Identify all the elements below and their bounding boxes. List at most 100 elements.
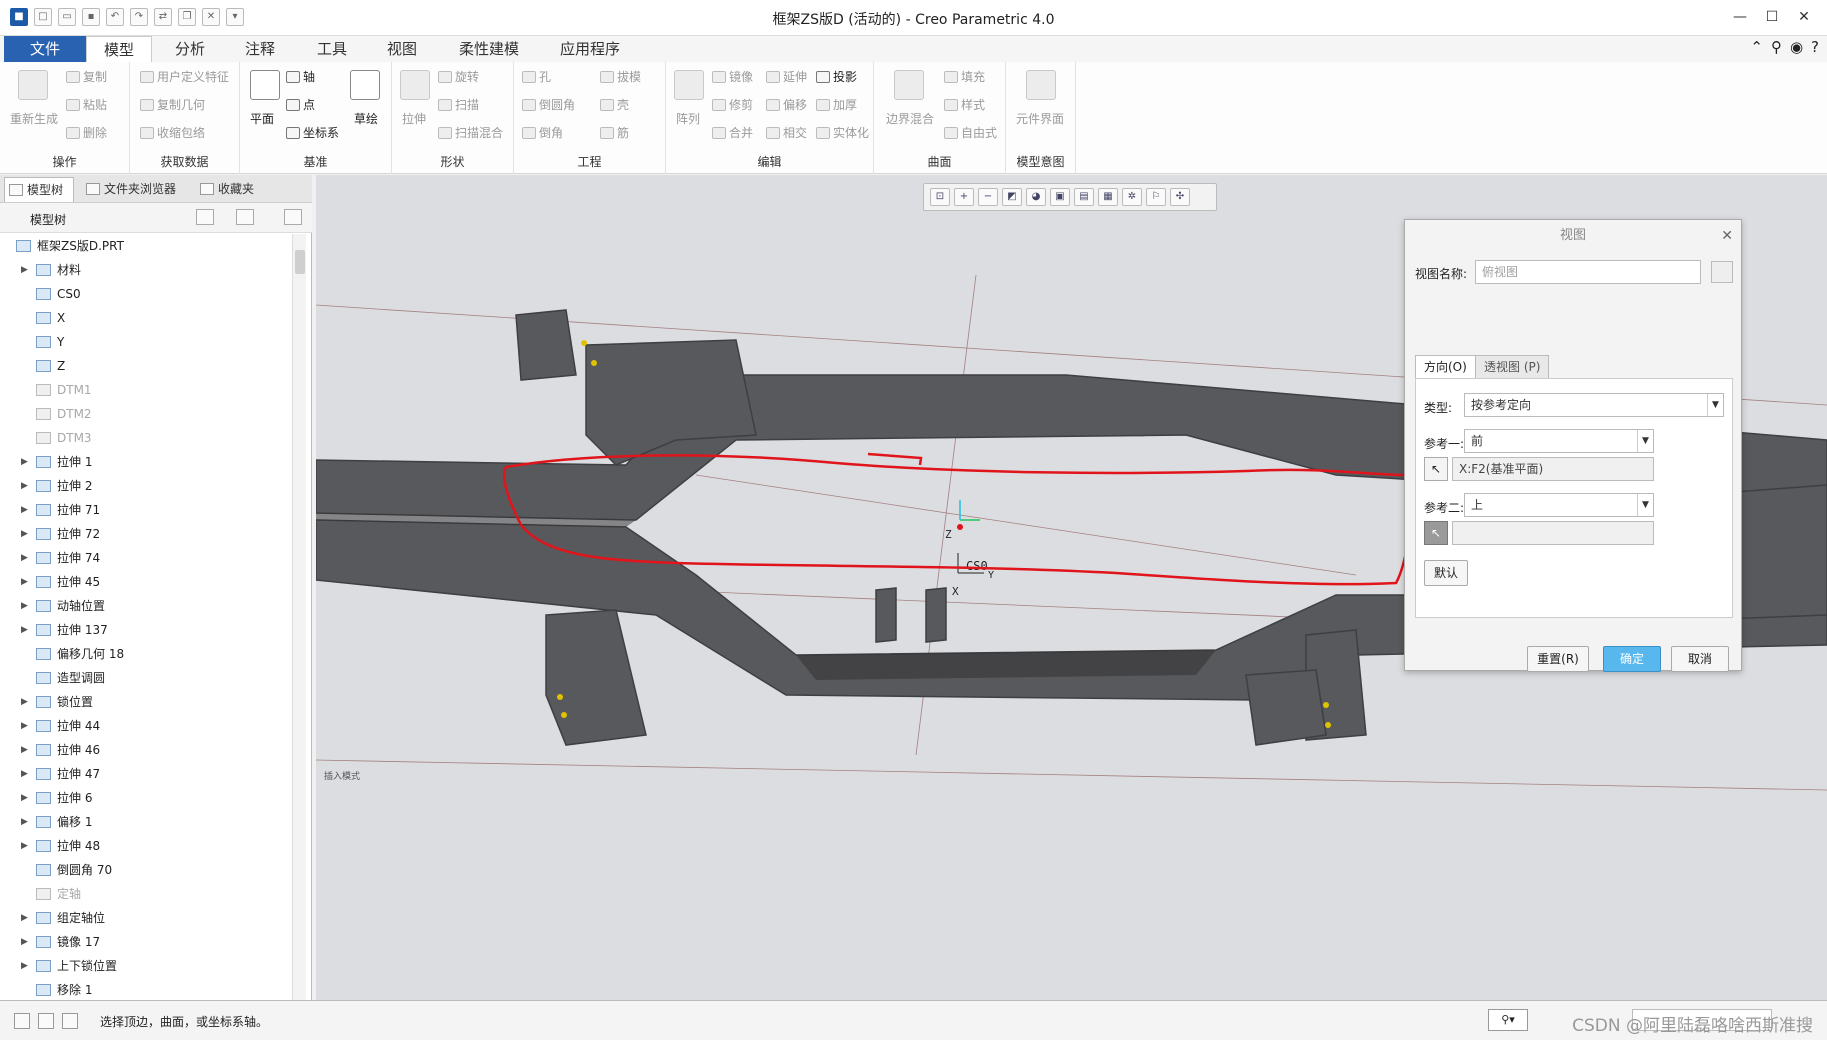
expand-arrow-icon[interactable]: ▶: [21, 546, 28, 570]
tree-item[interactable]: 偏移几何 18: [0, 642, 292, 666]
dialog-close-icon[interactable]: ✕: [1721, 228, 1733, 244]
account-icon[interactable]: ◉: [1790, 38, 1803, 56]
expand-arrow-icon[interactable]: ▶: [21, 714, 28, 738]
tree-filter-icon[interactable]: [284, 209, 302, 225]
tree-item[interactable]: Z: [0, 354, 292, 378]
repaint-icon[interactable]: ◩: [1002, 188, 1022, 206]
display-style-icon[interactable]: ◕: [1026, 188, 1046, 206]
search-icon[interactable]: ⚲: [1771, 38, 1782, 56]
group-label-editing[interactable]: 编辑: [666, 153, 873, 170]
axis-button[interactable]: 轴: [286, 68, 315, 85]
pattern-button[interactable]: 阵列: [676, 110, 700, 127]
merge-button[interactable]: 合并: [712, 124, 753, 141]
tab-favorites[interactable]: 收藏夹: [196, 177, 266, 202]
tab-annotate[interactable]: 注释: [230, 36, 290, 62]
shell-button[interactable]: 壳: [600, 96, 629, 113]
extrude-icon[interactable]: [400, 70, 430, 100]
tree-item[interactable]: ▶ 拉伸 2: [0, 474, 292, 498]
scrollbar-thumb[interactable]: [295, 250, 305, 274]
tab-file[interactable]: 文件: [4, 36, 86, 62]
project-button[interactable]: 投影: [816, 68, 857, 85]
tree-item[interactable]: 倒圆角 70: [0, 858, 292, 882]
tab-tools[interactable]: 工具: [302, 36, 362, 62]
offset-button[interactable]: 偏移: [766, 96, 807, 113]
tree-item[interactable]: 移除 1: [0, 978, 292, 1000]
tree-item[interactable]: ▶ 拉伸 74: [0, 546, 292, 570]
close-icon[interactable]: ✕: [1791, 6, 1817, 28]
tree-item[interactable]: ▶ 拉伸 71: [0, 498, 292, 522]
tab-view[interactable]: 视图: [372, 36, 432, 62]
regenerate-button[interactable]: 重新生成: [10, 110, 58, 127]
expand-arrow-icon[interactable]: ▶: [21, 594, 28, 618]
tree-item[interactable]: ▶ 偏移 1: [0, 810, 292, 834]
tree-item[interactable]: ▶ 拉伸 46: [0, 738, 292, 762]
swept-blend-button[interactable]: 扫描混合: [438, 124, 503, 141]
tab-model[interactable]: 模型: [86, 36, 152, 62]
full-screen-icon[interactable]: [62, 1013, 78, 1029]
tree-item[interactable]: DTM3: [0, 426, 292, 450]
tree-item[interactable]: ▶ 上下锁位置: [0, 954, 292, 978]
component-interface-button[interactable]: 元件界面: [1016, 110, 1064, 127]
group-label-model-intent[interactable]: 模型意图: [1006, 153, 1075, 170]
sweep-button[interactable]: 扫描: [438, 96, 479, 113]
chamfer-button[interactable]: 倒角: [522, 124, 563, 141]
annotation-display-icon[interactable]: ⚐: [1146, 188, 1166, 206]
component-interface-icon[interactable]: [1026, 70, 1056, 100]
expand-arrow-icon[interactable]: ▶: [21, 498, 28, 522]
trim-button[interactable]: 修剪: [712, 96, 753, 113]
plane-icon[interactable]: [250, 70, 280, 100]
tab-model-tree[interactable]: 模型树: [4, 177, 74, 202]
rib-button[interactable]: 筋: [600, 124, 629, 141]
copy-button[interactable]: 复制: [66, 68, 107, 85]
find-icon[interactable]: ⚲▾: [1488, 1009, 1528, 1031]
toggle-navigator-icon[interactable]: [14, 1013, 30, 1029]
boundary-blend-icon[interactable]: [894, 70, 924, 100]
tree-item[interactable]: 定轴: [0, 882, 292, 906]
tab-orientation[interactable]: 方向(O): [1415, 355, 1476, 379]
expand-arrow-icon[interactable]: ▶: [21, 906, 28, 930]
tree-item[interactable]: DTM2: [0, 402, 292, 426]
default-button[interactable]: 默认: [1424, 560, 1468, 586]
expand-arrow-icon[interactable]: ▶: [21, 258, 28, 282]
mirror-button[interactable]: 镜像: [712, 68, 753, 85]
group-label-datum[interactable]: 基准: [240, 153, 391, 170]
pattern-icon[interactable]: [674, 70, 704, 100]
tree-item[interactable]: ▶ 动轴位置: [0, 594, 292, 618]
ref1-select[interactable]: 前 ▼: [1464, 429, 1654, 453]
point-button[interactable]: 点: [286, 96, 315, 113]
solidify-button[interactable]: 实体化: [816, 124, 869, 141]
tree-item[interactable]: ▶ 拉伸 48: [0, 834, 292, 858]
udf-button[interactable]: 用户定义特征: [140, 68, 229, 85]
tree-item[interactable]: ▶ 拉伸 6: [0, 786, 292, 810]
style-button[interactable]: 样式: [944, 96, 985, 113]
tree-settings-icon[interactable]: [196, 209, 214, 225]
tree-item[interactable]: ▶ 拉伸 72: [0, 522, 292, 546]
expand-arrow-icon[interactable]: ▶: [21, 618, 28, 642]
plane-button[interactable]: 平面: [250, 110, 274, 127]
tree-item[interactable]: DTM1: [0, 378, 292, 402]
save-view-icon[interactable]: [1711, 261, 1733, 283]
sketch-button[interactable]: 草绘: [354, 110, 378, 127]
tree-item[interactable]: ▶ 锁位置: [0, 690, 292, 714]
group-label-operations[interactable]: 操作: [0, 153, 129, 170]
delete-button[interactable]: 删除: [66, 124, 107, 141]
tab-flexible-modeling[interactable]: 柔性建模: [446, 36, 532, 62]
tree-scrollbar[interactable]: [292, 234, 306, 1000]
type-select[interactable]: 按参考定向 ▼: [1464, 393, 1724, 417]
refit-icon[interactable]: ⊡: [930, 188, 950, 206]
tree-item[interactable]: ▶ 组定轴位: [0, 906, 292, 930]
expand-arrow-icon[interactable]: ▶: [21, 570, 28, 594]
expand-arrow-icon[interactable]: ▶: [21, 954, 28, 978]
extrude-button[interactable]: 拉伸: [402, 110, 426, 127]
ref1-selection-field[interactable]: X:F2(基准平面): [1452, 457, 1654, 481]
group-label-shapes[interactable]: 形状: [392, 153, 513, 170]
group-label-surfaces[interactable]: 曲面: [874, 153, 1005, 170]
copy-geometry-button[interactable]: 复制几何: [140, 96, 205, 113]
collapse-ribbon-icon[interactable]: ⌃: [1750, 38, 1763, 56]
group-label-get-data[interactable]: 获取数据: [130, 153, 239, 170]
tree-show-icon[interactable]: [236, 209, 254, 225]
tree-item[interactable]: ▶ 镜像 17: [0, 930, 292, 954]
cancel-button[interactable]: 取消: [1671, 646, 1729, 672]
paste-button[interactable]: 粘贴: [66, 96, 107, 113]
datum-display-icon[interactable]: ✲: [1122, 188, 1142, 206]
